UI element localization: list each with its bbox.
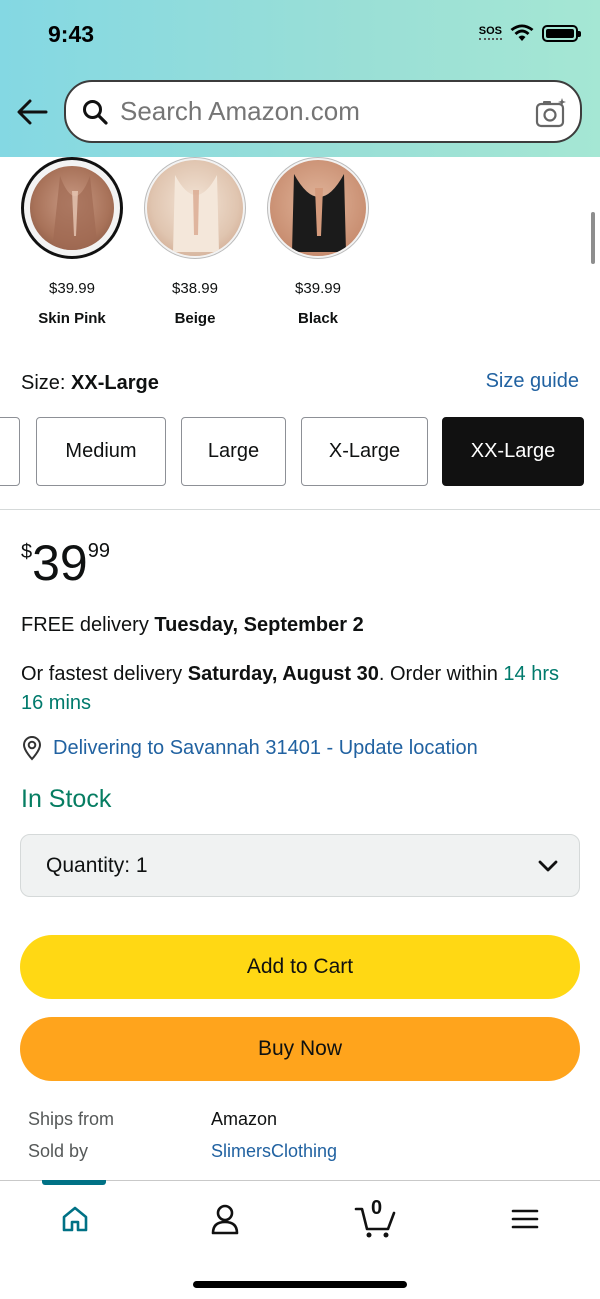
search-input[interactable] <box>120 96 510 127</box>
sold-by-link[interactable]: SlimersClothing <box>211 1141 337 1162</box>
variant-beige[interactable]: $38.99 Beige <box>140 157 250 327</box>
size-option-large[interactable]: Large <box>181 417 286 486</box>
search-bar[interactable] <box>64 80 582 143</box>
delivery-location-text[interactable]: Delivering to Savannah 31401 - Update lo… <box>53 737 478 760</box>
order-within-text: . Order within <box>378 663 498 685</box>
nav-active-indicator <box>42 1180 106 1185</box>
price-whole: 39 <box>32 535 88 591</box>
variant-name: Skin Pink <box>38 310 106 327</box>
stock-status: In Stock <box>21 785 112 813</box>
price-symbol: $ <box>21 541 33 563</box>
product-image <box>147 160 243 256</box>
home-icon <box>62 1206 88 1232</box>
price-fraction: 99 <box>87 540 110 562</box>
quantity-select[interactable]: Quantity: 1 <box>20 834 580 897</box>
delivery-location-link[interactable]: Delivering to Savannah 31401 - Update lo… <box>21 735 478 761</box>
location-pin-icon <box>22 736 42 761</box>
quantity-label: Quantity: <box>46 853 131 877</box>
size-selected-value: XX-Large <box>71 372 159 394</box>
add-to-cart-button[interactable]: Add to Cart <box>20 935 580 999</box>
product-image <box>270 160 366 256</box>
status-time: 9:43 <box>48 21 95 47</box>
fastest-delivery-info: Or fastest delivery Saturday, August 30.… <box>21 660 586 718</box>
product-price: $ 39 99 <box>21 535 110 591</box>
sos-indicator: SOS <box>478 26 502 40</box>
size-option-partial[interactable] <box>0 417 20 486</box>
size-option-x-large[interactable]: X-Large <box>301 417 428 486</box>
delivery-date: Tuesday, September 2 <box>154 614 364 636</box>
variant-name: Black <box>297 310 339 327</box>
back-button[interactable] <box>14 94 50 130</box>
ships-from-label: Ships from <box>28 1109 115 1129</box>
size-option-medium[interactable]: Medium <box>36 417 166 486</box>
product-image <box>30 166 114 250</box>
quantity-value: 1 <box>135 853 148 877</box>
status-icons: SOS <box>478 24 581 42</box>
delivery-prefix: FREE delivery <box>21 614 149 636</box>
person-icon <box>211 1204 239 1235</box>
delivery-info: FREE delivery Tuesday, September 2 <box>21 614 364 637</box>
nav-home[interactable] <box>55 1199 95 1239</box>
home-indicator-bar <box>193 1281 407 1288</box>
hamburger-menu-icon <box>511 1209 539 1229</box>
variant-swatch[interactable] <box>21 157 123 259</box>
fastest-date: Saturday, August 30 <box>187 663 379 685</box>
size-option-xx-large[interactable]: XX-Large <box>442 417 584 486</box>
header: 9:43 SOS <box>0 0 600 157</box>
variant-price: $39.99 <box>295 280 341 297</box>
nav-account[interactable] <box>205 1199 245 1239</box>
wifi-icon <box>510 24 534 41</box>
cart-count: 0 <box>371 1197 383 1219</box>
fastest-prefix: Or fastest delivery <box>21 663 183 685</box>
back-arrow-icon <box>17 99 48 125</box>
search-icon <box>80 97 110 127</box>
variant-price: $39.99 <box>49 280 95 297</box>
variant-black[interactable]: $39.99 Black <box>263 157 373 327</box>
nav-menu[interactable] <box>505 1199 545 1239</box>
bottom-nav: 0 <box>0 1180 600 1299</box>
buy-now-button[interactable]: Buy Now <box>20 1017 580 1081</box>
scroll-indicator[interactable] <box>591 212 595 264</box>
divider <box>0 509 600 510</box>
size-label: Size: XX-Large <box>21 372 159 395</box>
size-guide-link[interactable]: Size guide <box>486 370 579 393</box>
camera-search-icon[interactable] <box>534 96 568 130</box>
nav-cart[interactable]: 0 <box>354 1197 398 1239</box>
battery-icon <box>542 24 581 42</box>
variant-swatch[interactable] <box>267 157 369 259</box>
size-label-text: Size: <box>21 372 66 394</box>
variant-name: Beige <box>174 310 216 327</box>
ships-from-value: Amazon <box>211 1109 278 1129</box>
variant-price: $38.99 <box>172 280 218 297</box>
variant-swatch[interactable] <box>144 157 246 259</box>
variant-skin-pink[interactable]: $39.99 Skin Pink <box>17 157 127 327</box>
chevron-down-icon <box>538 860 558 872</box>
sold-by-label: Sold by <box>28 1141 89 1161</box>
